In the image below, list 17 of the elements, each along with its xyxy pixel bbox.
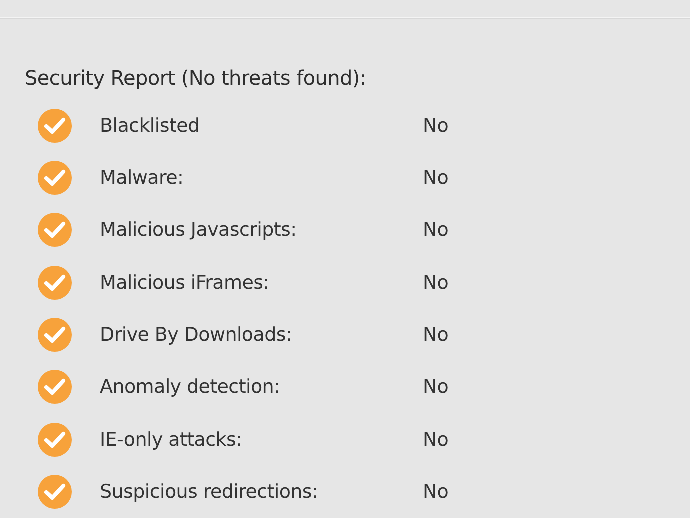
check-result: No — [423, 428, 450, 451]
check-result: No — [423, 219, 450, 242]
check-result: No — [423, 324, 450, 346]
check-result: No — [423, 167, 450, 190]
check-result: No — [423, 114, 450, 137]
check-label: Malware: — [100, 167, 185, 190]
check-label: Malicious Javascripts: — [100, 219, 298, 242]
report-title: Security Report (No threats found): — [25, 66, 368, 90]
check-result: No — [423, 272, 450, 294]
check-label: Anomaly detection: — [100, 376, 282, 398]
check-result: No — [423, 480, 450, 503]
check-label: Blacklisted — [100, 114, 201, 137]
check-result: No — [423, 376, 450, 398]
check-label: Suspicious redirections: — [100, 480, 320, 503]
check-label: Malicious iFrames: — [100, 272, 270, 294]
check-label: IE-only attacks: — [100, 428, 244, 451]
check-label: Drive By Downloads: — [100, 324, 294, 346]
